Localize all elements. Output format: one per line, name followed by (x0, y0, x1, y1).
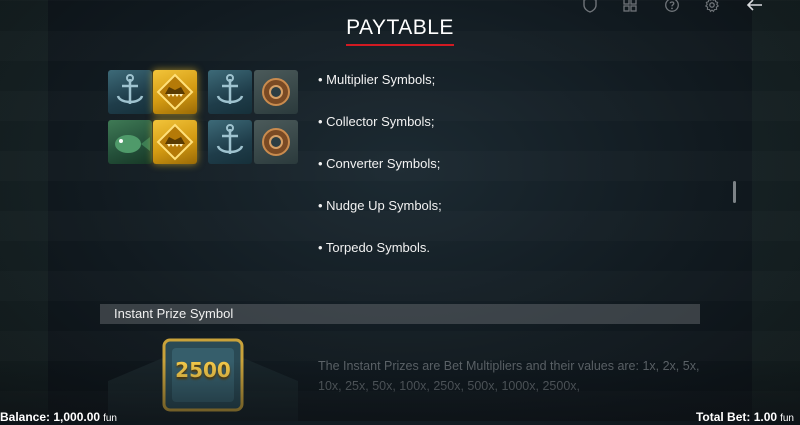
list-item: • Nudge Up Symbols; (318, 198, 442, 213)
instant-prize-symbol-icon: 2500 (108, 336, 298, 421)
section-title: Instant Prize Symbol (114, 306, 234, 321)
anchor-symbol-icon (208, 70, 252, 114)
anchor-symbol-icon (108, 70, 152, 114)
balance-label: Balance: 1,000.00 (0, 410, 101, 424)
total-bet-label: Total Bet: 1.00 (695, 410, 778, 424)
page-title: PAYTABLE (346, 16, 454, 39)
scrollbar-thumb[interactable] (733, 181, 736, 203)
gold-shark-symbol-icon (153, 70, 197, 114)
diving-helmet-icon (254, 70, 298, 114)
settings-icon[interactable] (704, 0, 720, 13)
fish-symbol-icon (108, 120, 152, 164)
grid-icon[interactable] (622, 0, 638, 13)
back-arrow-icon[interactable] (746, 0, 764, 13)
list-item: • Converter Symbols; (318, 156, 441, 171)
gold-shark-symbol-icon (153, 120, 197, 164)
prize-badge-value: 2500 (175, 358, 231, 382)
balance-currency: fun (103, 413, 117, 424)
balance-display: Balance: 1,000.00 fun (0, 410, 117, 424)
total-bet-currency: fun (780, 413, 794, 424)
anchor-symbol-icon (208, 120, 252, 164)
list-item: • Collector Symbols; (318, 114, 435, 129)
shield-icon[interactable] (582, 0, 598, 13)
list-item: • Multiplier Symbols; (318, 72, 436, 87)
section-header-instant-prize: Instant Prize Symbol (100, 304, 700, 324)
title-underline (346, 44, 454, 46)
feature-symbols-reel (108, 70, 298, 166)
instant-prize-description: The Instant Prizes are Bet Multipliers a… (318, 359, 700, 393)
total-bet-display: Total Bet: 1.00 fun (696, 410, 794, 424)
diving-helmet-icon (254, 120, 298, 164)
help-icon[interactable] (664, 0, 680, 13)
list-item: • Torpedo Symbols. (318, 240, 430, 255)
